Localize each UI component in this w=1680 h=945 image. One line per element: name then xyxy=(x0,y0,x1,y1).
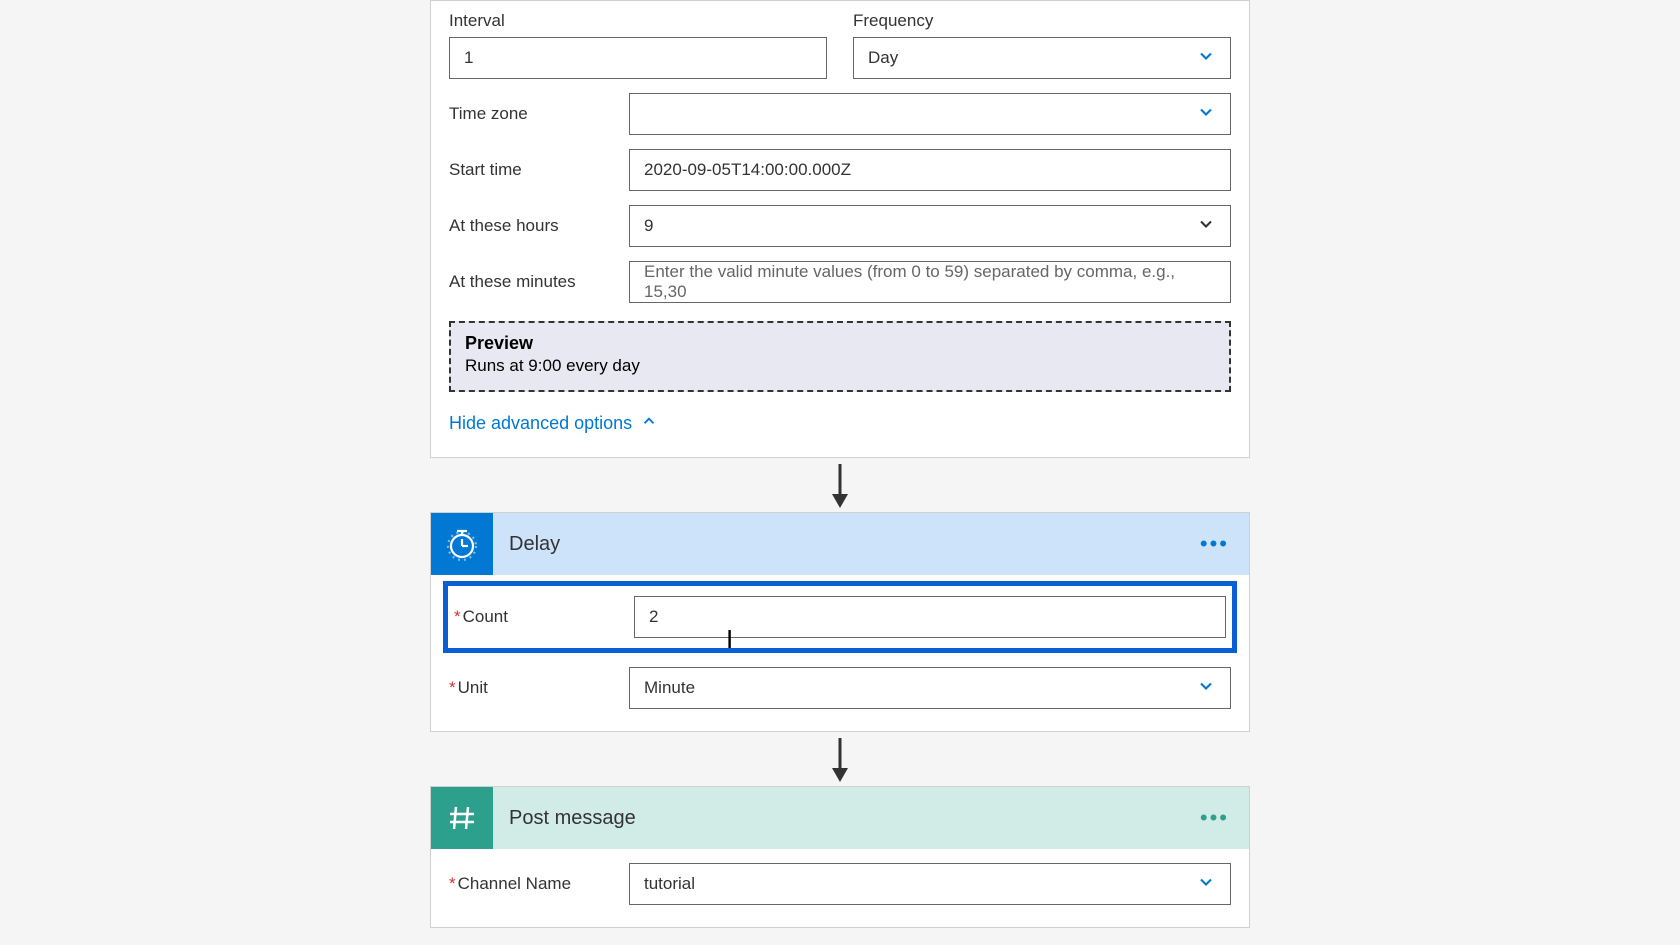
connector-arrow xyxy=(430,458,1250,512)
preview-text: Runs at 9:00 every day xyxy=(465,356,1215,376)
chevron-down-icon xyxy=(1196,214,1216,239)
chevron-down-icon xyxy=(1196,872,1216,897)
unit-label: Unit xyxy=(449,678,629,698)
delay-icon xyxy=(431,513,493,575)
count-label: Count xyxy=(454,607,634,627)
interval-input[interactable]: 1 xyxy=(449,37,827,79)
text-cursor-icon: I xyxy=(726,624,733,655)
frequency-select[interactable]: Day xyxy=(853,37,1231,79)
chevron-down-icon xyxy=(1196,676,1216,701)
delay-card: Delay ••• Count 2 I Unit Minute xyxy=(430,512,1250,732)
recurrence-card: Interval 1 Frequency Day Time zone xyxy=(430,0,1250,458)
chevron-down-icon xyxy=(1196,102,1216,127)
starttime-input[interactable]: 2020-09-05T14:00:00.000Z xyxy=(629,149,1231,191)
timezone-label: Time zone xyxy=(449,104,629,124)
post-message-header[interactable]: Post message ••• xyxy=(431,787,1249,849)
channel-label: Channel Name xyxy=(449,874,629,894)
more-button[interactable]: ••• xyxy=(1200,805,1249,831)
chevron-up-icon xyxy=(640,412,658,435)
channel-select[interactable]: tutorial xyxy=(629,863,1231,905)
count-input[interactable]: 2 xyxy=(634,596,1226,638)
chevron-down-icon xyxy=(1196,46,1216,71)
hours-select[interactable]: 9 xyxy=(629,205,1231,247)
minutes-input[interactable]: Enter the valid minute values (from 0 to… xyxy=(629,261,1231,303)
interval-label: Interval xyxy=(449,11,827,31)
preview-title: Preview xyxy=(465,333,1215,354)
preview-box: Preview Runs at 9:00 every day xyxy=(449,321,1231,392)
minutes-label: At these minutes xyxy=(449,272,629,292)
unit-select[interactable]: Minute xyxy=(629,667,1231,709)
starttime-label: Start time xyxy=(449,160,629,180)
delay-title: Delay xyxy=(509,533,1200,556)
post-message-icon xyxy=(431,787,493,849)
post-message-title: Post message xyxy=(509,807,1200,830)
hours-label: At these hours xyxy=(449,216,629,236)
frequency-label: Frequency xyxy=(853,11,1231,31)
delay-header[interactable]: Delay ••• xyxy=(431,513,1249,575)
timezone-select[interactable] xyxy=(629,93,1231,135)
more-button[interactable]: ••• xyxy=(1200,531,1249,557)
count-highlight: Count 2 I xyxy=(443,581,1237,653)
post-message-card: Post message ••• Channel Name tutorial xyxy=(430,786,1250,928)
connector-arrow xyxy=(430,732,1250,786)
hide-advanced-link[interactable]: Hide advanced options xyxy=(449,412,1231,435)
